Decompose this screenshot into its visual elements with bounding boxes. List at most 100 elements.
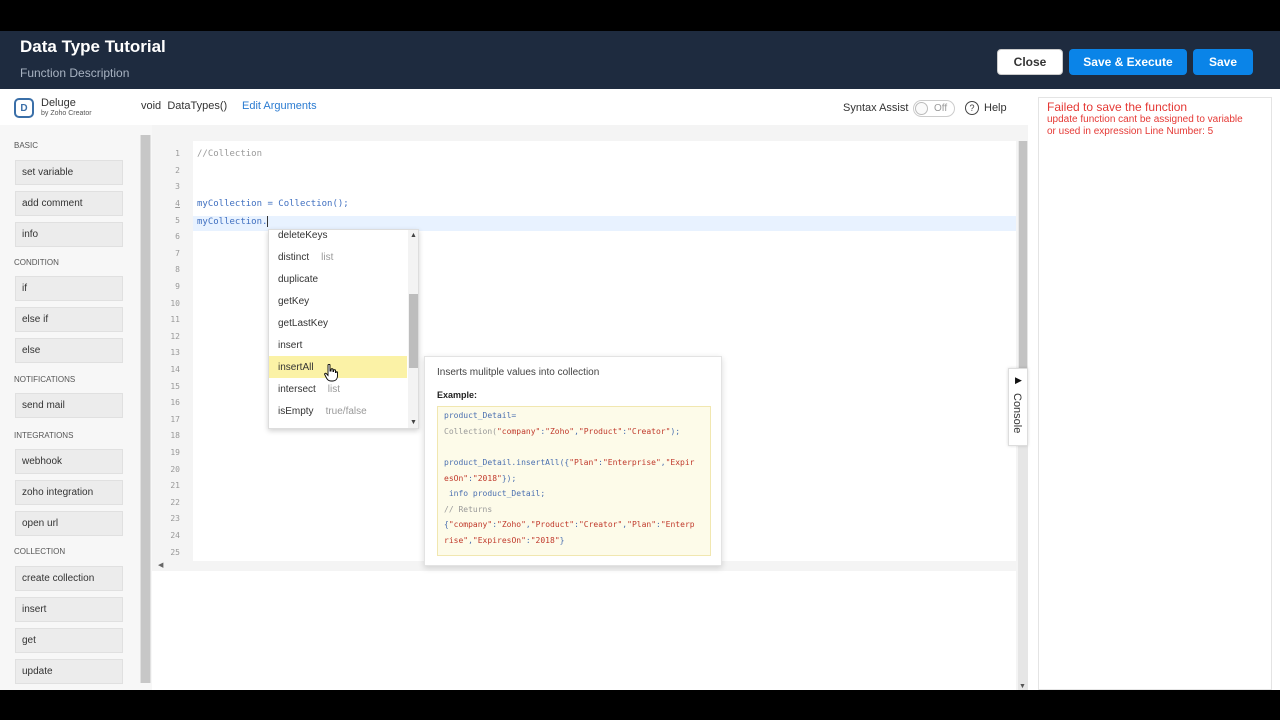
function-description[interactable]: Function Description bbox=[20, 66, 129, 80]
code-line-5-text: myCollection. bbox=[197, 217, 268, 227]
help-icon[interactable]: ? bbox=[965, 101, 979, 115]
sidebar-item-create-collection[interactable]: create collection bbox=[15, 566, 123, 591]
text-cursor bbox=[267, 216, 269, 227]
code-token: }); bbox=[501, 474, 517, 483]
code-token: Collection( bbox=[444, 427, 497, 436]
item-return-type: list bbox=[327, 383, 341, 395]
line-number: 24 bbox=[170, 531, 180, 540]
example-label: Example: bbox=[437, 390, 478, 400]
sidebar-item-zoho-integration[interactable]: zoho integration bbox=[15, 480, 123, 505]
example-code-line: // Returns bbox=[444, 505, 492, 514]
autocomplete-item[interactable]: insert bbox=[269, 334, 407, 356]
item-name: isEmpty bbox=[278, 405, 314, 417]
sidebar-item-else[interactable]: else bbox=[15, 338, 123, 363]
scroll-down-arrow-icon[interactable]: ▼ bbox=[410, 419, 417, 426]
save-button[interactable]: Save bbox=[1193, 49, 1253, 75]
close-button[interactable]: Close bbox=[997, 49, 1063, 75]
autocomplete-item-selected[interactable]: insertAll bbox=[269, 356, 407, 378]
example-code-line: esOn":"2018"}); bbox=[444, 474, 516, 483]
item-name: getKey bbox=[278, 295, 310, 307]
edit-arguments-link[interactable]: Edit Arguments bbox=[242, 100, 317, 112]
code-token: "Expir bbox=[665, 458, 695, 467]
task-sidebar: BASIC set variable add comment info COND… bbox=[0, 125, 152, 690]
code-line-1: //Collection bbox=[197, 149, 263, 159]
syntax-assist-toggle[interactable]: Off bbox=[913, 100, 955, 117]
sidebar-item-set-variable[interactable]: set variable bbox=[15, 160, 123, 185]
item-name: duplicate bbox=[278, 273, 319, 285]
code-token: ); bbox=[670, 427, 681, 436]
autocomplete-scrollbar[interactable]: ▲ ▼ bbox=[408, 230, 418, 428]
section-notifications: NOTIFICATIONS bbox=[14, 375, 76, 384]
line-number: 12 bbox=[170, 332, 180, 341]
item-return-type: true/false bbox=[325, 405, 367, 417]
code-token: "ExpiresOn" bbox=[472, 536, 526, 545]
toggle-state: Off bbox=[934, 103, 948, 114]
code-token: product_Detail= bbox=[444, 411, 517, 420]
example-code-line: info product_Detail; bbox=[444, 489, 545, 498]
code-token: "Creator" bbox=[578, 520, 623, 529]
line-number: 18 bbox=[170, 431, 180, 440]
autocomplete-item[interactable]: duplicate bbox=[269, 268, 407, 290]
autocomplete-scroll-thumb[interactable] bbox=[409, 294, 418, 368]
code-token: "Zoho" bbox=[545, 427, 575, 436]
sidebar-item-send-mail[interactable]: send mail bbox=[15, 393, 123, 418]
editor-scroll-thumb[interactable] bbox=[1019, 141, 1027, 371]
sidebar-item-add-comment[interactable]: add comment bbox=[15, 191, 123, 216]
code-token: product_Detail.insertAll({ bbox=[444, 458, 570, 467]
autocomplete-item[interactable]: getLastKey bbox=[269, 312, 407, 334]
autocomplete-item[interactable]: getKey bbox=[269, 290, 407, 312]
code-token: "Product" bbox=[578, 427, 623, 436]
logo-byline: by Zoho Creator bbox=[41, 110, 92, 117]
message-panel: Failed to save the function update funct… bbox=[1038, 97, 1272, 690]
sidebar-scrollbar[interactable] bbox=[140, 135, 151, 683]
save-execute-button[interactable]: Save & Execute bbox=[1069, 49, 1187, 75]
scroll-up-arrow-icon[interactable]: ▲ bbox=[410, 232, 417, 239]
help-link[interactable]: Help bbox=[984, 102, 1007, 114]
sidebar-item-if[interactable]: if bbox=[15, 276, 123, 301]
scroll-down-arrow-icon[interactable]: ▼ bbox=[1019, 683, 1026, 690]
method-description: Inserts mulitple values into collection bbox=[437, 367, 600, 378]
sidebar-scroll-thumb[interactable] bbox=[141, 135, 150, 683]
autocomplete-item[interactable]: intersect list bbox=[269, 378, 407, 400]
autocomplete-item[interactable]: isEmpty true/false bbox=[269, 400, 407, 422]
sidebar-item-get[interactable]: get bbox=[15, 628, 123, 653]
sidebar-item-else-if[interactable]: else if bbox=[15, 307, 123, 332]
line-number: 1 bbox=[175, 149, 180, 158]
line-number: 15 bbox=[170, 382, 180, 391]
line-number: 17 bbox=[170, 415, 180, 424]
sidebar-item-open-url[interactable]: open url bbox=[15, 511, 123, 536]
code-token: "company" bbox=[496, 427, 541, 436]
sidebar-item-insert[interactable]: insert bbox=[15, 597, 123, 622]
editor-toolbar: D Deluge by Zoho Creator void DataTypes(… bbox=[0, 89, 1030, 125]
item-name: getLastKey bbox=[278, 317, 329, 329]
code-token: "Plan" bbox=[569, 458, 599, 467]
deluge-logo-icon: D bbox=[14, 98, 34, 118]
code-token: "Enterprise" bbox=[602, 458, 661, 467]
line-number: 6 bbox=[175, 232, 180, 241]
output-panel bbox=[152, 571, 1016, 690]
autocomplete-item[interactable]: distinct list bbox=[269, 246, 407, 268]
hand-pointer-icon bbox=[324, 364, 338, 382]
autocomplete-item[interactable]: deleteKeys bbox=[269, 230, 407, 246]
section-collection: COLLECTION bbox=[14, 547, 66, 556]
example-code-line: {"company":"Zoho","Product":"Creator","P… bbox=[444, 520, 695, 529]
example-code-line: Collection("company":"Zoho","Product":"C… bbox=[444, 427, 680, 436]
page-title: Data Type Tutorial bbox=[20, 37, 166, 56]
line-number: 14 bbox=[170, 365, 180, 374]
toggle-knob bbox=[915, 102, 928, 115]
line-number: 2 bbox=[175, 166, 180, 175]
item-return-type: list bbox=[321, 251, 334, 263]
sidebar-item-info[interactable]: info bbox=[15, 222, 123, 247]
console-toggle-tab[interactable]: ▶ Console bbox=[1008, 368, 1028, 446]
example-code-line: rise","ExpiresOn":"2018"} bbox=[444, 536, 564, 545]
example-code-line: product_Detail.insertAll({"Plan":"Enterp… bbox=[444, 458, 695, 467]
letterbox-bottom bbox=[0, 690, 1280, 720]
code-token: "company" bbox=[448, 520, 493, 529]
logo-name: Deluge bbox=[41, 97, 76, 109]
sidebar-item-webhook[interactable]: webhook bbox=[15, 449, 123, 474]
line-number-gutter: 1 2 3 4 5 6 7 8 9 10 11 12 13 14 15 16 1… bbox=[152, 141, 193, 561]
line-number: 10 bbox=[170, 299, 180, 308]
scroll-left-arrow-icon[interactable]: ◀ bbox=[158, 561, 163, 569]
item-name: distinct bbox=[278, 251, 310, 263]
sidebar-item-update[interactable]: update bbox=[15, 659, 123, 684]
